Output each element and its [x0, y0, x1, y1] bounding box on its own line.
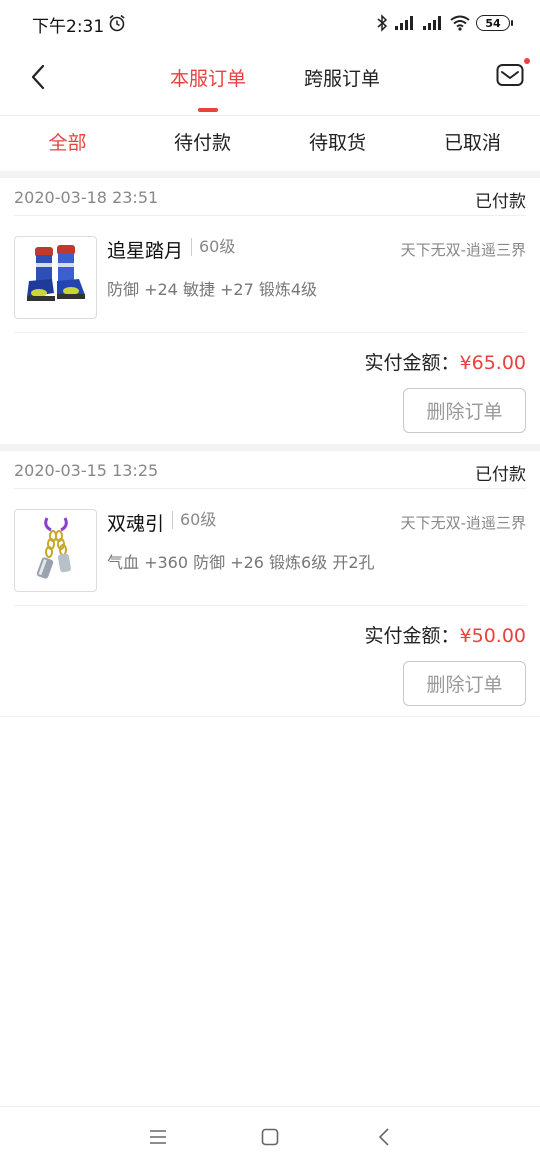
order-header: 2020-03-18 23:51 已付款: [14, 178, 526, 216]
item-thumbnail: [14, 236, 97, 319]
order-date: 2020-03-15 13:25: [14, 461, 159, 480]
order-item[interactable]: 追星踏月 60级 天下无双-逍遥三界 防御 +24 敏捷 +27 锻炼4级: [14, 216, 526, 333]
item-attributes: 防御 +24 敏捷 +27 锻炼4级: [107, 280, 318, 299]
order-card: 2020-03-18 23:51 已付款 追星踏月 60级 天下无双-逍遥三界 …: [0, 178, 540, 444]
order-scope-tabs: 本服订单 跨服订单: [170, 60, 380, 116]
order-date: 2020-03-18 23:51: [14, 188, 159, 207]
item-attributes: 气血 +360 防御 +26 锻炼6级 开2孔: [107, 553, 375, 572]
item-server: 天下无双-逍遥三界: [400, 514, 526, 532]
status-time: 下午2:31: [32, 17, 105, 37]
back-nav-button[interactable]: [372, 1127, 396, 1151]
back-button[interactable]: [20, 62, 56, 96]
item-level: 60级: [172, 511, 216, 529]
home-nav-button[interactable]: [258, 1127, 282, 1151]
chevron-left-icon: [31, 64, 45, 94]
boots-icon: [21, 241, 91, 315]
menu-icon: [149, 1129, 167, 1149]
payment-amount: ¥50.00: [459, 625, 526, 647]
item-server: 天下无双-逍遥三界: [400, 241, 526, 259]
item-thumbnail: [14, 509, 97, 592]
order-status: 已付款: [475, 465, 526, 485]
payment-summary: 实付金额：¥65.00: [365, 348, 527, 375]
tab-cross-server-orders[interactable]: 跨服订单: [304, 60, 380, 116]
filter-all[interactable]: 全部: [0, 117, 135, 171]
payment-label: 实付金额：: [364, 352, 460, 374]
filter-cancelled[interactable]: 已取消: [405, 117, 540, 171]
payment-label: 实付金额：: [364, 625, 460, 647]
alarm-icon: [108, 14, 126, 32]
delete-order-button[interactable]: 删除订单: [403, 388, 526, 433]
tab-local-orders[interactable]: 本服订单: [170, 60, 246, 116]
pendant-icon: [21, 514, 91, 588]
header: 本服订单 跨服订单: [0, 48, 540, 116]
signal-icon-2: [422, 15, 444, 31]
status-bar: 下午2:31 54: [0, 0, 540, 48]
filter-pending-payment[interactable]: 待付款: [135, 117, 270, 171]
item-name: 追星踏月: [107, 240, 184, 262]
system-nav-bar: [0, 1106, 540, 1170]
battery-icon: 54: [476, 15, 513, 31]
item-name: 双魂引: [107, 513, 165, 535]
message-button[interactable]: [496, 58, 530, 92]
delete-order-button[interactable]: 删除订单: [403, 661, 526, 706]
bluetooth-icon: [376, 14, 388, 32]
wifi-icon: [450, 15, 470, 31]
order-filter-tabs: 全部 待付款 待取货 已取消: [0, 117, 540, 171]
section-divider: [0, 171, 540, 178]
unread-dot: [524, 58, 530, 64]
back-arrow-icon: [378, 1128, 390, 1150]
filter-pending-pickup[interactable]: 待取货: [270, 117, 405, 171]
signal-icon: [394, 15, 416, 31]
order-item[interactable]: 双魂引 60级 天下无双-逍遥三界 气血 +360 防御 +26 锻炼6级 开2…: [14, 489, 526, 606]
payment-summary: 实付金额：¥50.00: [365, 621, 527, 648]
order-header: 2020-03-15 13:25 已付款: [14, 451, 526, 489]
item-level: 60级: [191, 238, 235, 256]
section-divider: [0, 444, 540, 451]
menu-nav-button[interactable]: [146, 1127, 170, 1151]
order-status: 已付款: [475, 192, 526, 212]
payment-amount: ¥65.00: [459, 352, 526, 374]
home-square-icon: [261, 1128, 279, 1150]
order-card: 2020-03-15 13:25 已付款 双魂引 60级 天下无双-逍遥三界 气…: [0, 451, 540, 717]
mail-icon: [496, 64, 524, 92]
